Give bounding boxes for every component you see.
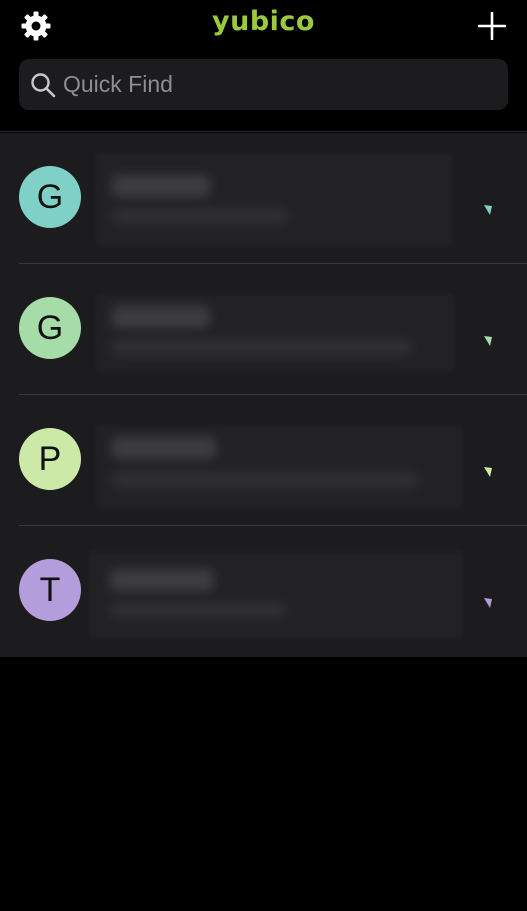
account-list: G G P T: [0, 133, 527, 657]
avatar: P: [19, 428, 81, 490]
app-screen: yubico G G: [0, 0, 527, 911]
plus-icon[interactable]: [478, 12, 506, 40]
account-row[interactable]: G: [0, 264, 527, 395]
status-indicator: [484, 467, 492, 477]
account-row[interactable]: G: [0, 133, 527, 264]
search-field[interactable]: [19, 59, 508, 110]
account-row[interactable]: T: [0, 526, 527, 657]
avatar: G: [19, 166, 81, 228]
avatar: T: [19, 559, 81, 621]
avatar: G: [19, 297, 81, 359]
redacted-details: [96, 294, 454, 371]
status-indicator: [484, 205, 492, 215]
redacted-details: [96, 425, 462, 509]
brand-logo: yubico: [212, 6, 315, 37]
header-bar: yubico: [0, 0, 527, 132]
status-indicator: [484, 598, 492, 608]
redacted-details: [96, 153, 452, 246]
search-icon: [31, 73, 56, 98]
status-indicator: [484, 336, 492, 346]
account-row[interactable]: P: [0, 395, 527, 526]
redacted-details: [90, 551, 462, 639]
search-input[interactable]: [63, 59, 493, 110]
